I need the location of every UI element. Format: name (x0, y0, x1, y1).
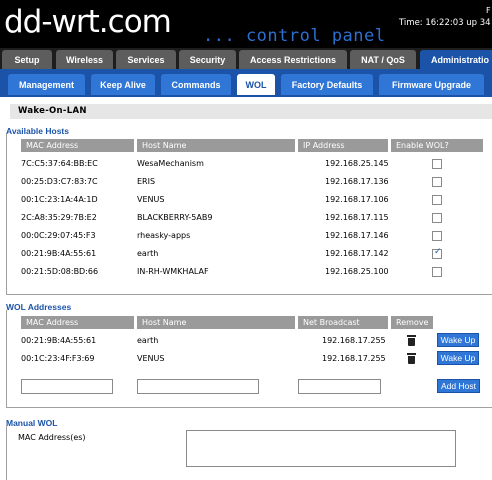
col-remove: Remove (391, 316, 433, 329)
subtab-keep-alive[interactable]: Keep Alive (91, 74, 155, 95)
mac-addresses-label: MAC Address(es) (18, 433, 86, 442)
control-panel-title: ... control panel (203, 26, 386, 46)
subtab-wol[interactable]: WOL (237, 74, 275, 95)
col-host-name: Host Name (137, 139, 295, 152)
new-broadcast-input[interactable] (298, 379, 381, 394)
ddwrt-logo: dd-wrt.com (4, 4, 172, 40)
wol-checkbox[interactable] (432, 267, 442, 277)
col-mac-address: MAC Address (21, 139, 134, 152)
wol-checkbox[interactable] (432, 195, 442, 205)
col-mac-address: MAC Address (21, 316, 134, 329)
host-name: ERIS (137, 177, 156, 186)
uptime-text: Time: 16:22:03 up 34 d (399, 18, 492, 28)
host-mac: 00:1C:23:1A:4A:1D (21, 195, 98, 204)
tab-services[interactable]: Services (116, 50, 176, 69)
host-ip: 192.168.25.145 (325, 159, 389, 168)
new-mac-input[interactable] (21, 379, 113, 394)
col-host-name: Host Name (137, 316, 295, 329)
wol-checkbox[interactable] (432, 231, 442, 241)
host-mac: 00:25:D3:C7:83:7C (21, 177, 98, 186)
host-name: BLACKBERRY-5AB9 (137, 213, 213, 222)
host-ip: 192.168.17.136 (325, 177, 389, 186)
wol-mac: 00:21:9B:4A:55:61 (21, 336, 97, 345)
wake-up-button[interactable]: Wake Up (437, 351, 479, 365)
wol-broadcast: 192.168.17.255 (322, 354, 386, 363)
host-ip: 192.168.17.115 (325, 213, 389, 222)
host-name: IN-RH-WMKHALAF (137, 267, 209, 276)
new-host-input[interactable] (137, 379, 259, 394)
host-name: rheasky-apps (137, 231, 191, 240)
trash-icon[interactable] (407, 353, 416, 364)
wol-checkbox[interactable] (432, 177, 442, 187)
subtab-factory-defaults[interactable]: Factory Defaults (281, 74, 373, 95)
host-ip: 192.168.17.106 (325, 195, 389, 204)
wol-mac: 00:1C:23:4F:F3:69 (21, 354, 95, 363)
col-ip-address: IP Address (298, 139, 388, 152)
tab-security[interactable]: Security (179, 50, 236, 69)
manual-mac-textarea[interactable] (186, 430, 456, 467)
sub-tab-bar: Management Keep Alive Commands WOL Facto… (0, 69, 492, 97)
tab-administration[interactable]: Administratio (420, 50, 492, 69)
host-ip: 192.168.17.142 (325, 249, 389, 258)
host-name: earth (137, 249, 159, 258)
header-bar: dd-wrt.com ... control panel F Time: 16:… (0, 0, 492, 48)
subtab-commands[interactable]: Commands (161, 74, 231, 95)
page-title: Wake-On-LAN (10, 104, 492, 119)
wol-host: earth (137, 336, 159, 345)
host-ip: 192.168.17.146 (325, 231, 389, 240)
wake-up-button[interactable]: Wake Up (437, 333, 479, 347)
host-mac: 7C:C5:37:64:BB:EC (21, 159, 98, 168)
subtab-firmware-upgrade[interactable]: Firmware Upgrade (379, 74, 484, 95)
host-mac: 00:21:9B:4A:55:61 (21, 249, 97, 258)
host-ip: 192.168.25.100 (325, 267, 389, 276)
host-mac: 00:21:5D:08:BD:66 (21, 267, 99, 276)
wol-checkbox[interactable] (432, 159, 442, 169)
wol-host: VENUS (137, 354, 165, 363)
header-fragment: F (486, 6, 491, 15)
tab-access-restrictions[interactable]: Access Restrictions (239, 50, 347, 69)
wol-checkbox[interactable] (432, 213, 442, 223)
host-mac: 2C:A8:35:29:7B:E2 (21, 213, 97, 222)
main-tab-bar: Setup Wireless Services Security Access … (0, 48, 492, 69)
trash-icon[interactable] (407, 335, 416, 346)
add-host-button[interactable]: Add Host (437, 379, 480, 393)
col-enable-wol: Enable WOL? (391, 139, 483, 152)
subtab-management[interactable]: Management (8, 74, 85, 95)
host-name: VENUS (137, 195, 165, 204)
wol-checkbox-checked[interactable] (432, 247, 442, 259)
host-mac: 00:0C:29:07:45:F3 (21, 231, 96, 240)
wol-broadcast: 192.168.17.255 (322, 336, 386, 345)
col-net-broadcast: Net Broadcast (298, 316, 388, 329)
tab-setup[interactable]: Setup (2, 50, 52, 69)
host-name: WesaMechanism (137, 159, 204, 168)
tab-wireless[interactable]: Wireless (56, 50, 113, 69)
tab-nat-qos[interactable]: NAT / QoS (350, 50, 416, 69)
